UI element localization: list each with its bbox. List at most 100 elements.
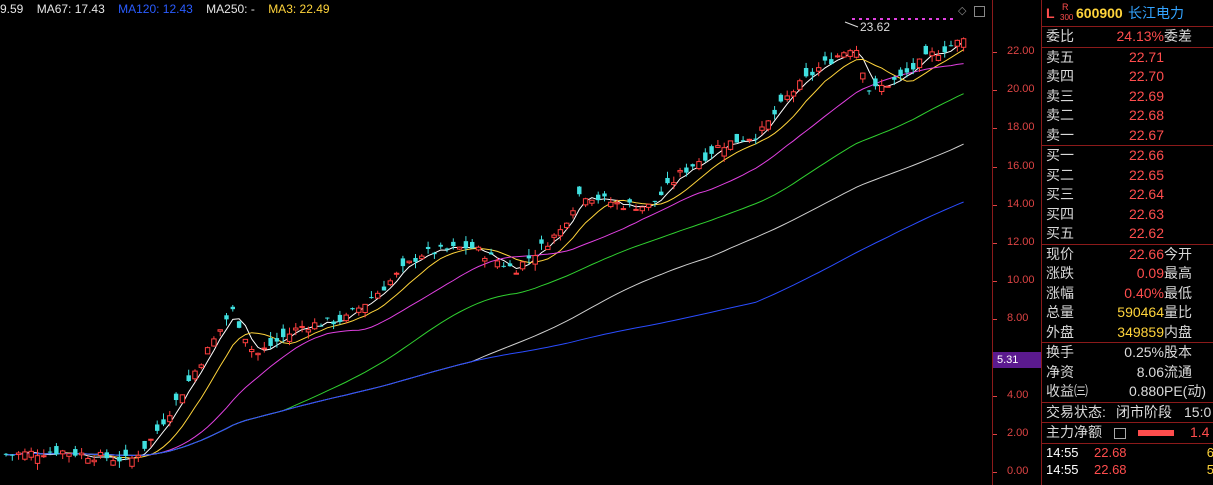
candle-body (217, 329, 223, 332)
quote-stats-2: 换手 0.25% 股本 净资 8.06 流通 收益㈢ 0.880 PE(动) (1042, 342, 1213, 402)
candle-body (519, 261, 526, 270)
candle-body (10, 454, 15, 456)
candle-body (847, 50, 853, 57)
trade-row: 14:55 22.68 5 (1042, 461, 1213, 478)
candle-body (293, 327, 299, 331)
flag-l: L (1046, 5, 1055, 21)
candle-body (892, 77, 897, 80)
candle-body (633, 208, 639, 211)
candle-body (740, 140, 746, 142)
ask-level-label: 卖三 (1046, 87, 1074, 104)
candle-body (734, 133, 739, 143)
kline-svg: 23.62 (3, 18, 967, 470)
bid-book: 买一 22.66 买二 22.65 买三 22.64 买四 22.63 买五 22.62 (1042, 145, 1213, 244)
ask-level-label: 卖四 (1046, 68, 1074, 84)
candle-body (34, 455, 41, 464)
bid-level: 买一 22.66 (1042, 146, 1213, 166)
stat2-row-label2: 流通 (1164, 363, 1192, 380)
high-annotation: 23.62 (860, 20, 890, 34)
candle-body (772, 109, 777, 115)
stat-row-label2: 量比 (1164, 304, 1192, 320)
stat-row: 涨幅 0.40% 最低 (1042, 284, 1213, 304)
stat-row: 总量 590464 量比 (1042, 303, 1213, 323)
candle-body (142, 440, 147, 449)
ask-level-value: 22.70 (1128, 68, 1164, 84)
candle-body (589, 199, 595, 204)
candle-body (400, 258, 406, 267)
main-flow-value: 1.4 (1190, 424, 1210, 440)
candle-body (935, 54, 942, 61)
candle-body (475, 246, 482, 251)
candle-body (570, 210, 576, 216)
candle-body (305, 329, 312, 333)
bid-level-label: 买四 (1046, 205, 1074, 222)
candle-body (545, 245, 551, 251)
stock-code[interactable]: 600900 (1076, 0, 1123, 26)
candle-body (419, 255, 425, 260)
trade-status-value: 闭市阶段 (1116, 403, 1172, 420)
stat2-row-label: 收益㈢ (1046, 383, 1088, 399)
trade-status-time: 15:0 (1184, 403, 1212, 420)
stat-row-label: 涨幅 (1046, 284, 1074, 301)
candle-body (161, 419, 166, 425)
candle-body (438, 244, 443, 247)
weibi-row: 委比 24.13% 委差 (1042, 26, 1213, 47)
y-tick-text: 22.00 (1007, 45, 1035, 57)
stat-row-value: 349859 (1117, 323, 1164, 340)
y-tick-label: 22.00 (993, 45, 1041, 57)
kline-chart[interactable]: 9.59 MA67: 17.43 MA120: 12.43 MA250: - M… (0, 0, 992, 485)
candle-body (281, 328, 286, 338)
ma67-value: MA67: 17.43 (36, 2, 105, 16)
trade-time: 14:55 (1046, 444, 1079, 460)
candle-body (155, 424, 160, 431)
ma-line-green (6, 93, 964, 456)
trade-vol: 6 (1206, 444, 1213, 460)
candle-body (816, 67, 822, 72)
candle-body (582, 198, 589, 206)
candle-body (501, 265, 506, 267)
candle-body (645, 203, 652, 208)
candle-body (369, 297, 374, 299)
candle-body (406, 260, 412, 264)
candle-body (22, 451, 28, 460)
stat2-row-value: 0.25% (1124, 344, 1164, 360)
candle-body (778, 94, 784, 102)
candle-body (829, 59, 834, 65)
ask-level: 卖五 22.71 (1042, 48, 1213, 68)
stock-name[interactable]: 长江电力 (1128, 0, 1184, 26)
candle-body (110, 460, 116, 466)
candle-body (803, 68, 809, 77)
candle-body (356, 307, 362, 313)
candle-body (765, 120, 771, 130)
stat-row-label: 涨跌 (1046, 265, 1074, 281)
candle-body (129, 457, 135, 467)
trade-list[interactable]: 14:55 22.68 6 14:55 22.68 5 (1042, 442, 1213, 478)
candle-body (230, 306, 235, 310)
candle-body (602, 193, 607, 197)
bid-level-value: 22.64 (1128, 186, 1164, 202)
list-icon[interactable] (1114, 428, 1126, 439)
stat2-row-label2: 股本 (1164, 344, 1192, 360)
candle-body (186, 375, 191, 382)
y-tick-label: 4.00 (993, 389, 1041, 401)
stat-row-label2: 内盘 (1164, 323, 1192, 340)
candle-body (639, 206, 645, 212)
candle-body (684, 167, 689, 173)
candle-body (954, 39, 960, 47)
stat2-row: 净资 8.06 流通 (1042, 363, 1213, 383)
ask-level-value: 22.71 (1128, 48, 1164, 65)
candle-body (620, 208, 627, 211)
ma-first-value: 9.59 (0, 2, 24, 16)
bid-level-value: 22.63 (1128, 205, 1164, 222)
stat-row-label2: 最高 (1164, 265, 1192, 281)
trade-row: 14:55 22.68 6 (1042, 444, 1213, 461)
candle-body (54, 446, 59, 455)
y-tick-label: 16.00 (993, 160, 1041, 172)
candle-body (790, 91, 797, 97)
candle-body (532, 255, 538, 265)
trade-status-label: 交易状态: (1046, 403, 1106, 420)
candle-body (97, 451, 104, 456)
y-tick-text: 10.00 (1007, 274, 1035, 287)
candle-body (841, 52, 847, 58)
candle-body (665, 177, 670, 184)
